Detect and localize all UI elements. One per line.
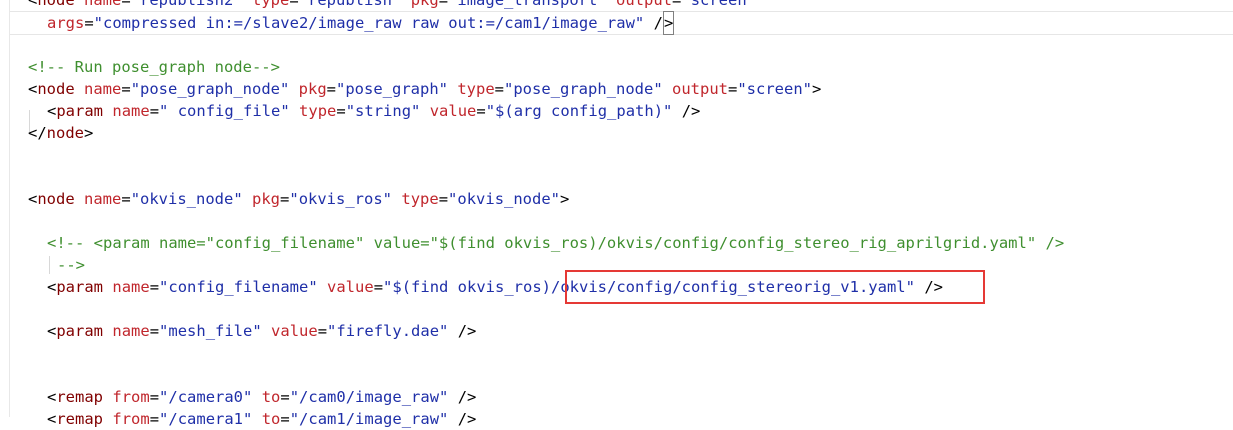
code-line-comment-pose-graph: <!-- Run pose_graph node--> <box>28 58 280 76</box>
code-line-comment-end: --> <box>57 256 85 274</box>
matched-bracket: > <box>662 11 675 35</box>
highlighted-config-path: /okvis/config/config_stereorig_v1.yaml" <box>551 278 915 296</box>
code-line-remap-camera1: <remap from="/camera1" to="/cam1/image_r… <box>47 410 477 428</box>
code-line-param-mesh-file: <param name="mesh_file" value="firefly.d… <box>47 322 477 340</box>
editor-gutter <box>9 0 10 417</box>
indent-guide <box>49 256 50 274</box>
code-line-param-config-filename: <param name="config_filename" value="$(f… <box>47 278 943 296</box>
code-editor[interactable]: <node name="republish2" type="republish"… <box>0 0 1233 428</box>
code-line-commented-param: <!-- <param name="config_filename" value… <box>47 234 1065 252</box>
code-line-node-pose-graph: <node name="pose_graph_node" pkg="pose_g… <box>28 80 822 98</box>
code-line-1: <node name="republish2" type="republish"… <box>28 0 757 9</box>
code-line-node-okvis: <node name="okvis_node" pkg="okvis_ros" … <box>28 190 570 208</box>
code-line-close-node: </node> <box>28 124 94 142</box>
code-line-remap-camera0: <remap from="/camera0" to="/cam0/image_r… <box>47 388 477 406</box>
code-line-param-config-file: <param name=" config_file" type="string"… <box>47 102 701 120</box>
code-line-2: args="compressed in:=/slave2/image_raw r… <box>47 11 675 35</box>
